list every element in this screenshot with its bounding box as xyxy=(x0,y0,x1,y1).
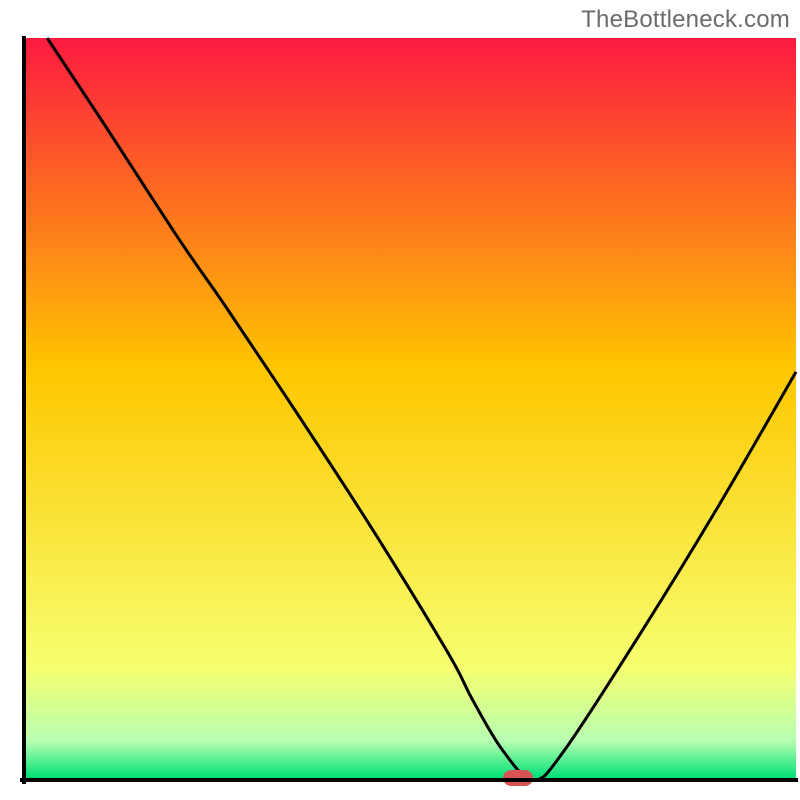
plot-background xyxy=(26,38,796,778)
chart-container: TheBottleneck.com xyxy=(0,0,800,800)
bottleneck-chart xyxy=(0,0,800,800)
